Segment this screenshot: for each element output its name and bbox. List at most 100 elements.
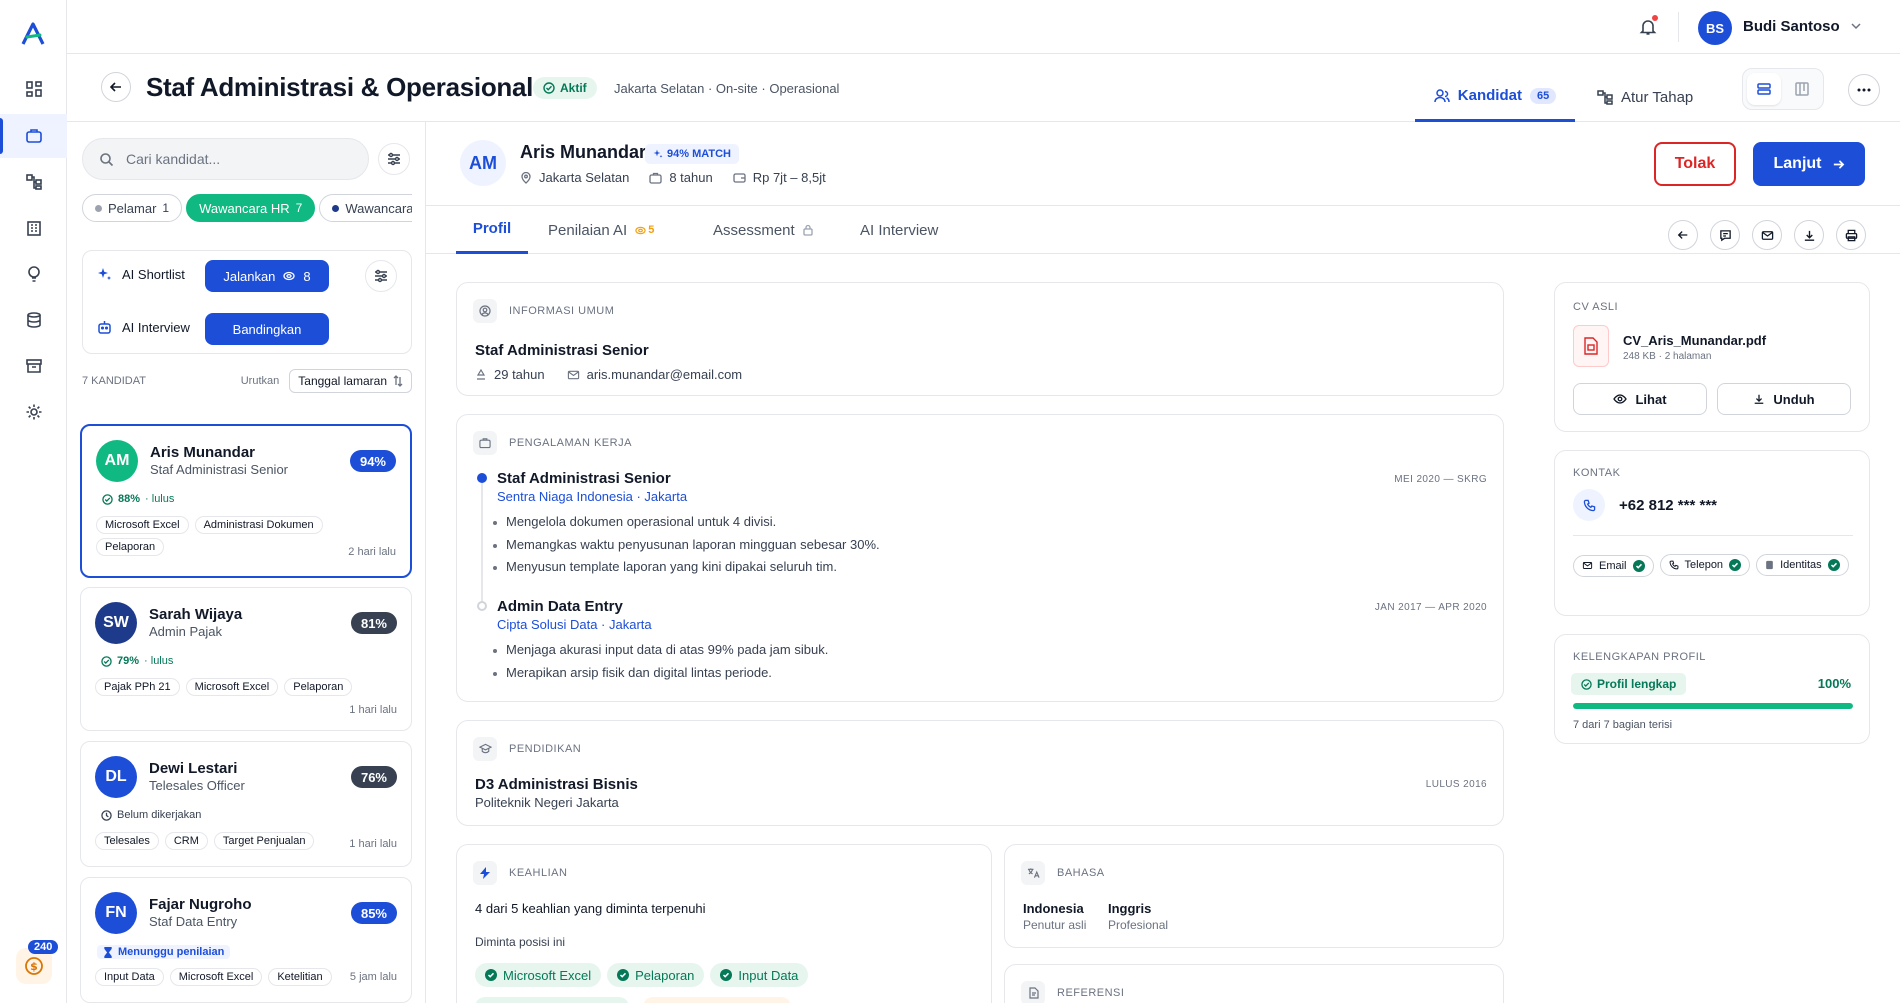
tab-ai-interview[interactable]: AI Interview: [860, 206, 938, 254]
user-avatar[interactable]: BS: [1698, 11, 1732, 45]
download-cv-button[interactable]: Unduh: [1717, 383, 1851, 415]
candidate-card[interactable]: SW Sarah Wijaya Admin Pajak 81% 79% · lul…: [80, 587, 412, 731]
stage-wawancara-hr[interactable]: Wawancara HR 7: [186, 194, 316, 222]
hourglass-icon: [104, 946, 112, 958]
nav-settings[interactable]: [0, 390, 67, 434]
language-name: Inggris: [1108, 901, 1152, 916]
language-card: BAHASA Indonesia Penutur asli Inggris Pr…: [1004, 844, 1504, 948]
stage-dot: [95, 204, 102, 212]
view-cv-button[interactable]: Lihat: [1573, 383, 1707, 415]
more-options-button[interactable]: [1848, 74, 1880, 106]
email-button[interactable]: [1752, 220, 1782, 250]
job-org: Sentra Niaga Indonesia · Jakarta: [497, 489, 688, 504]
tab-kandidat[interactable]: Kandidat 65: [1415, 72, 1575, 122]
skill-chip: [643, 997, 791, 1003]
skill-tag: Input Data: [95, 968, 164, 986]
job-role: Admin Data Entry: [497, 598, 623, 615]
ai-shortlist-label: AI Shortlist: [122, 267, 185, 282]
candidate-card[interactable]: FN Fajar Nugroho Staf Data Entry 85% Men…: [80, 877, 412, 1003]
candidate-card[interactable]: DL Dewi Lestari Telesales Officer 76% Be…: [80, 741, 412, 867]
arrow-left-icon: [1677, 231, 1688, 239]
tab-assessment[interactable]: Assessment: [713, 206, 813, 254]
tab-badge-count: 5: [648, 224, 655, 236]
view-toggle: [1742, 68, 1824, 110]
status-text: · lulus: [145, 493, 175, 505]
reject-button[interactable]: Tolak: [1654, 142, 1736, 186]
dashboard-icon: [25, 81, 42, 97]
tab-atur-tahap[interactable]: Atur Tahap: [1597, 72, 1693, 122]
skills-card: KEAHLIAN 4 dari 5 keahlian yang diminta …: [456, 844, 992, 1003]
stage-wawancara[interactable]: Wawancara: [319, 194, 412, 222]
skill-tag: Pelaporan: [284, 678, 353, 696]
sparkles-icon: [98, 268, 111, 280]
tag-list: Input Data Microsoft Excel Ketelitian: [95, 968, 355, 986]
duty-item: Memangkas waktu penyusunan laporan mingg…: [493, 534, 880, 557]
nav-company[interactable]: [0, 206, 67, 250]
app-logo-icon[interactable]: [20, 22, 46, 46]
skill-label: Input Data: [738, 967, 799, 983]
tab-label: Assessment: [713, 221, 795, 239]
check-circle-icon: [1581, 678, 1592, 690]
job-header: Staf Administrasi & Operasional Aktif Ja…: [67, 54, 1900, 122]
status-text: Menunggu penilaian: [118, 946, 225, 958]
comment-button[interactable]: [1710, 220, 1740, 250]
duty-item: Menyusun template laporan yang kini dipa…: [493, 556, 880, 579]
nav-pipeline[interactable]: [0, 160, 67, 204]
section-title: REFERENSI: [1057, 987, 1125, 999]
eye-icon: [1613, 394, 1628, 404]
search-icon: [100, 152, 114, 166]
stage-pelamar[interactable]: Pelamar 1: [82, 194, 183, 222]
check-icon: [1729, 559, 1742, 571]
degree: D3 Administrasi Bisnis: [475, 776, 638, 793]
tab-penilaian-ai[interactable]: Penilaian AI 5: [548, 206, 654, 254]
applied-time: 1 hari lalu: [349, 838, 397, 850]
candidate-name: Dewi Lestari: [149, 760, 238, 777]
run-shortlist-button[interactable]: Jalankan 8: [205, 260, 329, 292]
print-button[interactable]: [1836, 220, 1866, 250]
search-input[interactable]: [126, 151, 326, 167]
skill-tag: Administrasi Dokumen: [194, 516, 323, 534]
location-text: Jakarta Selatan: [539, 170, 630, 185]
list-view-button[interactable]: [1747, 73, 1781, 105]
status-pct: 79%: [117, 655, 140, 667]
section-header: PENDIDIKAN: [473, 737, 581, 761]
mail-icon: [1582, 562, 1593, 569]
stage-label: Wawancara: [345, 200, 412, 216]
nav-database[interactable]: [0, 298, 67, 342]
sliders-icon: [388, 152, 400, 166]
search-box: [82, 138, 369, 180]
notifications-button[interactable]: [1636, 15, 1660, 39]
contact-card: KONTAK +62 812 *** *** Email Telepon Ident…: [1554, 450, 1870, 616]
candidate-card[interactable]: AM Aris Munandar Staf Administrasi Senio…: [80, 424, 412, 578]
nav-insights[interactable]: [0, 252, 67, 296]
tab-profil[interactable]: Profil: [456, 206, 528, 254]
back-button[interactable]: [101, 72, 131, 102]
sort-select[interactable]: Tanggal lamaran: [289, 369, 412, 393]
user-name[interactable]: Budi Santoso: [1743, 18, 1840, 35]
board-view-button[interactable]: [1785, 73, 1819, 105]
wallet-icon: [733, 172, 746, 183]
compare-button[interactable]: Bandingkan: [205, 313, 329, 345]
download-button[interactable]: [1794, 220, 1824, 250]
topbar: [67, 0, 1900, 54]
ai-settings-button[interactable]: [365, 260, 397, 292]
candidate-name: Aris Munandar: [150, 444, 256, 461]
candidate-header: AM Aris Munandar 94% MATCH Jakarta Selat…: [426, 122, 1900, 206]
chevron-down-icon[interactable]: [1850, 20, 1862, 32]
phone-number: +62 812 *** ***: [1619, 497, 1717, 514]
workflow-icon: [1597, 90, 1613, 105]
nav-jobs[interactable]: [0, 114, 67, 158]
previous-button[interactable]: [1668, 220, 1698, 250]
sort-value: Tanggal lamaran: [298, 374, 387, 388]
lock-icon: [803, 224, 813, 236]
check-circle-icon: [102, 493, 113, 505]
cv-filename[interactable]: CV_Aris_Munandar.pdf: [1623, 333, 1766, 348]
advance-button[interactable]: Lanjut: [1753, 142, 1865, 186]
candidate-name: Sarah Wijaya: [149, 606, 243, 623]
nav-archive[interactable]: [0, 344, 67, 388]
job-period: JAN 2017 — APR 2020: [1374, 602, 1487, 613]
download-label: Unduh: [1773, 391, 1815, 407]
candidate-list-panel: Pelamar 1 Wawancara HR 7 Wawancara AI Shortl…: [67, 122, 426, 1003]
filter-button[interactable]: [378, 143, 410, 175]
nav-dashboard[interactable]: [0, 67, 67, 111]
